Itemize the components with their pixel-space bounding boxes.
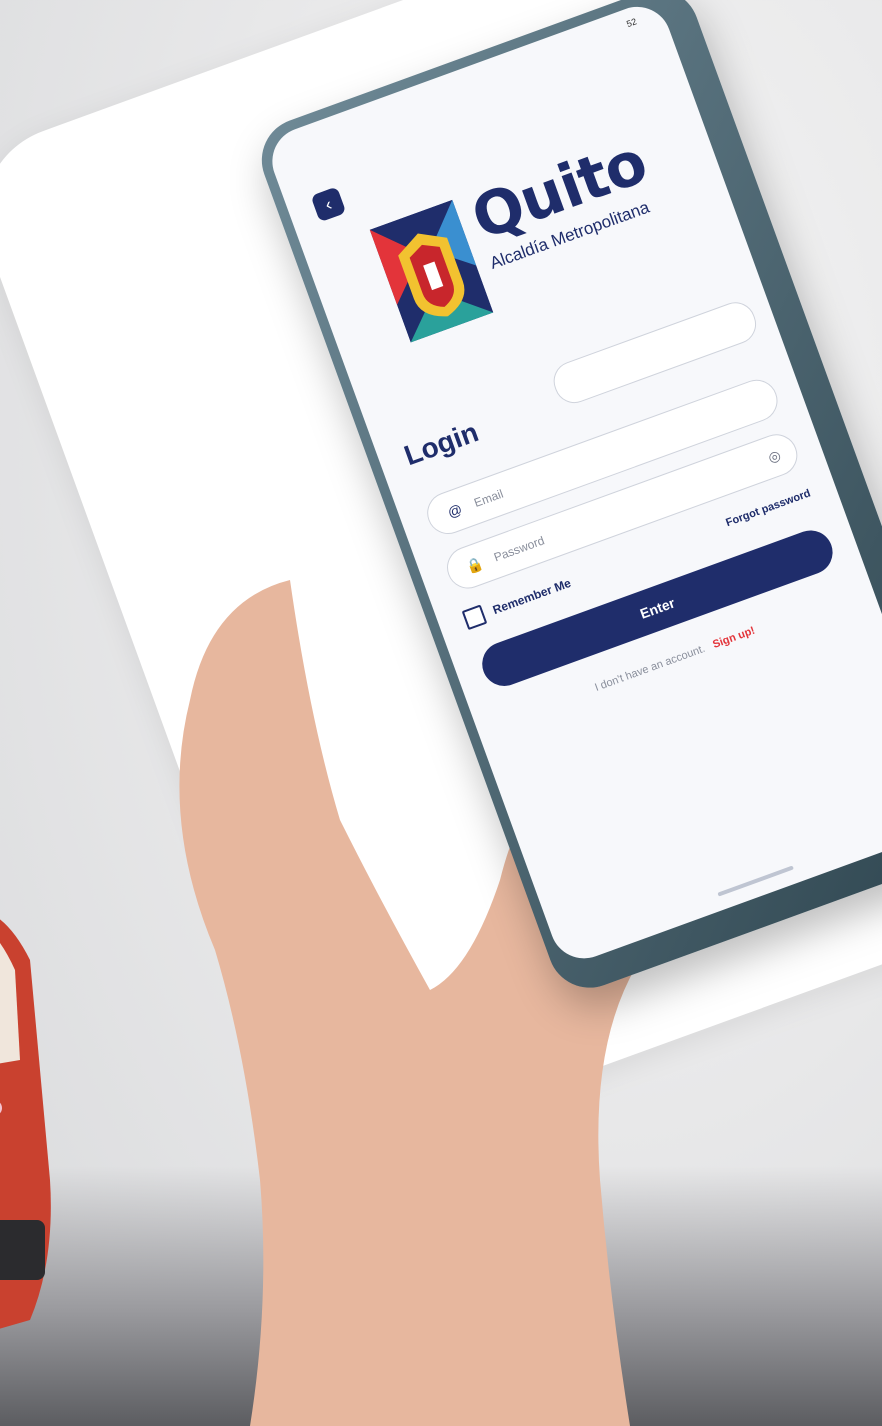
back-button[interactable]: ‹ [310,186,347,223]
status-time: 52 [625,16,639,30]
login-title: Login [400,416,483,472]
brand-block: Quito Alcaldía Metropolitana [463,127,663,274]
password-placeholder: Password [491,533,547,565]
chevron-left-icon: ‹ [322,193,335,215]
signup-link[interactable]: Sign up! [711,625,756,651]
email-placeholder: Email [472,486,506,510]
remember-checkbox[interactable] [461,604,488,631]
remember-label[interactable]: Remember Me [491,576,573,617]
lock-icon: 🔒 [463,554,486,576]
eye-off-icon[interactable]: ◎ [766,446,783,466]
forgot-password-link[interactable]: Forgot password [724,487,812,529]
at-icon: @ [445,500,465,521]
no-account-text: I don't have an account. [593,642,707,694]
home-indicator[interactable] [717,865,794,897]
